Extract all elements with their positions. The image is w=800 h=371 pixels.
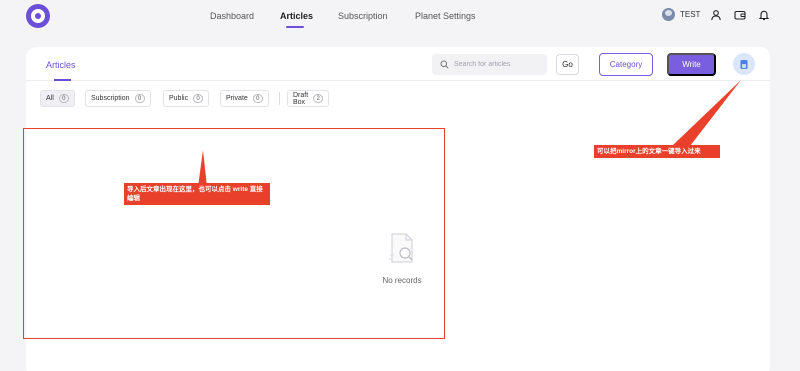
annotation-highlight-box bbox=[23, 128, 445, 339]
nav-planet-settings[interactable]: Planet Settings bbox=[415, 11, 476, 21]
go-button[interactable]: Go bbox=[556, 54, 579, 75]
user-menu[interactable]: TEST bbox=[662, 8, 700, 21]
filter-label: All bbox=[46, 95, 54, 102]
panel-header: Articles Go Category Write bbox=[26, 47, 770, 81]
write-button[interactable]: Write bbox=[667, 53, 716, 76]
nav-dashboard[interactable]: Dashboard bbox=[210, 11, 254, 21]
logo-icon[interactable] bbox=[26, 4, 50, 28]
user-name: TEST bbox=[680, 10, 701, 19]
tab-articles[interactable]: Articles bbox=[46, 60, 76, 70]
user-icon[interactable] bbox=[710, 9, 722, 21]
search-input[interactable] bbox=[454, 61, 544, 68]
filter-count: 0 bbox=[134, 94, 145, 103]
filter-public[interactable]: Public 0 bbox=[163, 90, 210, 107]
filter-subscription[interactable]: Subscription 0 bbox=[85, 90, 151, 107]
filter-divider bbox=[279, 92, 280, 105]
bell-icon[interactable] bbox=[758, 9, 770, 21]
filter-label: Private bbox=[226, 95, 248, 102]
filter-count: 0 bbox=[58, 94, 69, 103]
filter-all[interactable]: All 0 bbox=[40, 90, 75, 107]
filter-count: 2 bbox=[313, 94, 324, 103]
filter-draft-box[interactable]: Draft Box 2 bbox=[287, 90, 330, 107]
filter-count: 0 bbox=[252, 94, 263, 103]
annotation-note-list: 导入后文章出现在这里，也可以点击 write 直接编辑 bbox=[124, 183, 270, 205]
search-box[interactable] bbox=[432, 54, 547, 75]
top-navbar: Dashboard Articles Subscription Planet S… bbox=[0, 0, 800, 40]
search-icon bbox=[440, 60, 449, 69]
nav-articles[interactable]: Articles bbox=[280, 11, 313, 21]
import-icon bbox=[740, 59, 748, 69]
filter-label: Public bbox=[169, 95, 189, 102]
import-button[interactable] bbox=[733, 53, 755, 75]
annotation-note-import: 可以把mirror上的文章一键导入过来 bbox=[594, 145, 720, 158]
filter-count: 0 bbox=[193, 94, 204, 103]
filter-private[interactable]: Private 0 bbox=[220, 90, 269, 107]
avatar bbox=[662, 8, 675, 21]
category-button[interactable]: Category bbox=[599, 53, 653, 76]
nav-active-indicator bbox=[286, 26, 304, 28]
nav-subscription[interactable]: Subscription bbox=[338, 11, 388, 21]
wallet-icon[interactable] bbox=[734, 9, 746, 21]
filter-label: Subscription bbox=[91, 95, 130, 102]
tab-active-indicator bbox=[54, 79, 71, 81]
filter-label: Draft Box bbox=[293, 91, 309, 106]
